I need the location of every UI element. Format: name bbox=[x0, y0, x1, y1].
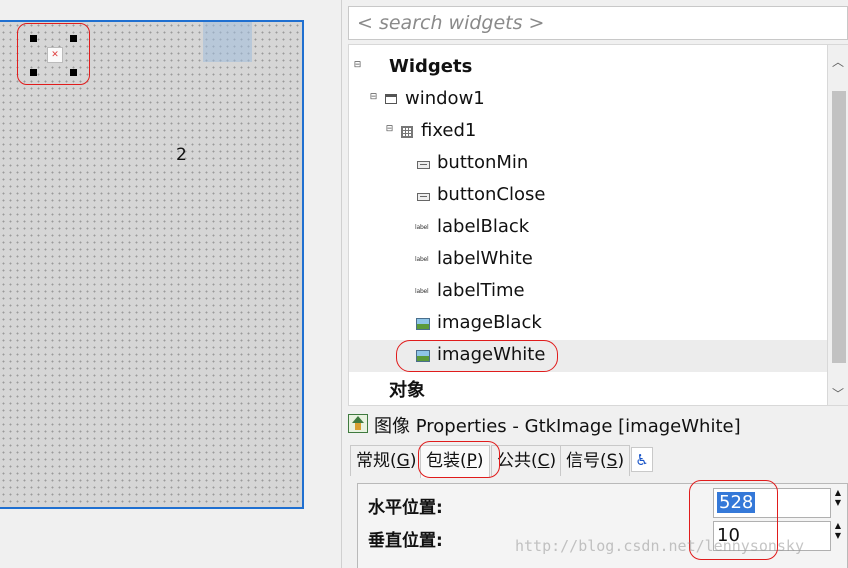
tree-row-labelBlack[interactable]: label labelBlack bbox=[349, 212, 827, 244]
accessibility-icon[interactable]: ♿ bbox=[631, 447, 653, 472]
horizontal-position-spinner[interactable]: ▲ ▼ bbox=[832, 488, 844, 518]
tree-row-window1[interactable]: ⊟ window1 bbox=[349, 84, 827, 116]
collapse-icon[interactable]: ⊟ bbox=[368, 93, 379, 104]
button-widget-icon bbox=[417, 161, 430, 169]
tab-label: 信号 bbox=[566, 451, 600, 471]
scroll-up-icon[interactable]: ︿ bbox=[830, 53, 846, 70]
fixed-container-canvas[interactable] bbox=[0, 20, 304, 509]
panel-divider[interactable] bbox=[341, 0, 342, 568]
tree-row-label: fixed1 bbox=[421, 120, 477, 141]
tab-label: 公共 bbox=[497, 451, 531, 471]
annotation-circle-packing-tab bbox=[418, 441, 500, 478]
collapse-icon[interactable]: ⊟ bbox=[384, 125, 395, 136]
fixed-container-icon bbox=[401, 126, 413, 138]
scroll-down-icon[interactable]: ﹀ bbox=[830, 385, 846, 402]
annotation-circle-imageWhite bbox=[396, 340, 558, 372]
tree-row-label: Widgets bbox=[389, 56, 473, 77]
tab-general[interactable]: 常规(G) bbox=[350, 445, 423, 476]
tree-row-label: window1 bbox=[405, 88, 485, 109]
tree-row-widgets[interactable]: ⊟ Widgets bbox=[349, 52, 827, 84]
tree-row-imageBlack[interactable]: imageBlack bbox=[349, 308, 827, 340]
tree-row-buttonClose[interactable]: buttonClose bbox=[349, 180, 827, 212]
tab-common[interactable]: 公共(C) bbox=[491, 445, 563, 476]
tree-row-label: buttonMin bbox=[437, 152, 529, 173]
tree-row-objects[interactable]: 对象 bbox=[349, 372, 827, 404]
scrollbar-thumb[interactable] bbox=[832, 91, 846, 363]
horizontal-position-label: 水平位置: bbox=[368, 498, 443, 518]
tab-mnemonic: G bbox=[396, 451, 410, 471]
label-widget-icon: label bbox=[415, 256, 429, 263]
image-properties-icon bbox=[348, 414, 368, 433]
tree-row-fixed1[interactable]: ⊟ fixed1 bbox=[349, 116, 827, 148]
watermark: http://blog.csdn.net/lennysonsky bbox=[515, 537, 804, 555]
properties-title: 图像 Properties - GtkImage [imageWhite] bbox=[374, 416, 741, 437]
tab-mnemonic: C bbox=[537, 451, 550, 471]
label-widget-icon: label bbox=[415, 224, 429, 231]
tree-row-buttonMin[interactable]: buttonMin bbox=[349, 148, 827, 180]
tab-label: 常规 bbox=[356, 451, 390, 471]
widget-placeholder-highlight[interactable] bbox=[203, 22, 252, 62]
tree-row-labelWhite[interactable]: label labelWhite bbox=[349, 244, 827, 276]
vertical-position-spinner[interactable]: ▲ ▼ bbox=[832, 521, 844, 551]
search-widgets-input[interactable]: < search widgets > bbox=[348, 6, 848, 40]
tree-row-label: imageBlack bbox=[437, 312, 542, 333]
tree-row-label: labelTime bbox=[437, 280, 525, 301]
properties-header: 图像 Properties - GtkImage [imageWhite] bbox=[348, 411, 848, 439]
image-widget-icon bbox=[416, 318, 430, 330]
tab-signals[interactable]: 信号(S) bbox=[560, 445, 631, 476]
tree-row-label: buttonClose bbox=[437, 184, 546, 205]
annotation-circle-widget bbox=[17, 23, 90, 85]
tree-row-labelTime[interactable]: label labelTime bbox=[349, 276, 827, 308]
tree-scrollbar[interactable]: ︿ ﹀ bbox=[828, 44, 848, 406]
tree-row-label: 对象 bbox=[389, 380, 425, 401]
collapse-icon[interactable]: ⊟ bbox=[352, 61, 363, 72]
tree-row-label: labelBlack bbox=[437, 216, 530, 237]
label-widget-icon: label bbox=[415, 288, 429, 295]
vertical-position-label: 垂直位置: bbox=[368, 531, 443, 551]
window-icon bbox=[385, 94, 397, 104]
button-widget-icon bbox=[417, 193, 430, 201]
canvas-number-label: 2 bbox=[176, 145, 187, 165]
tree-row-label: labelWhite bbox=[437, 248, 533, 269]
tab-mnemonic: S bbox=[606, 451, 618, 471]
